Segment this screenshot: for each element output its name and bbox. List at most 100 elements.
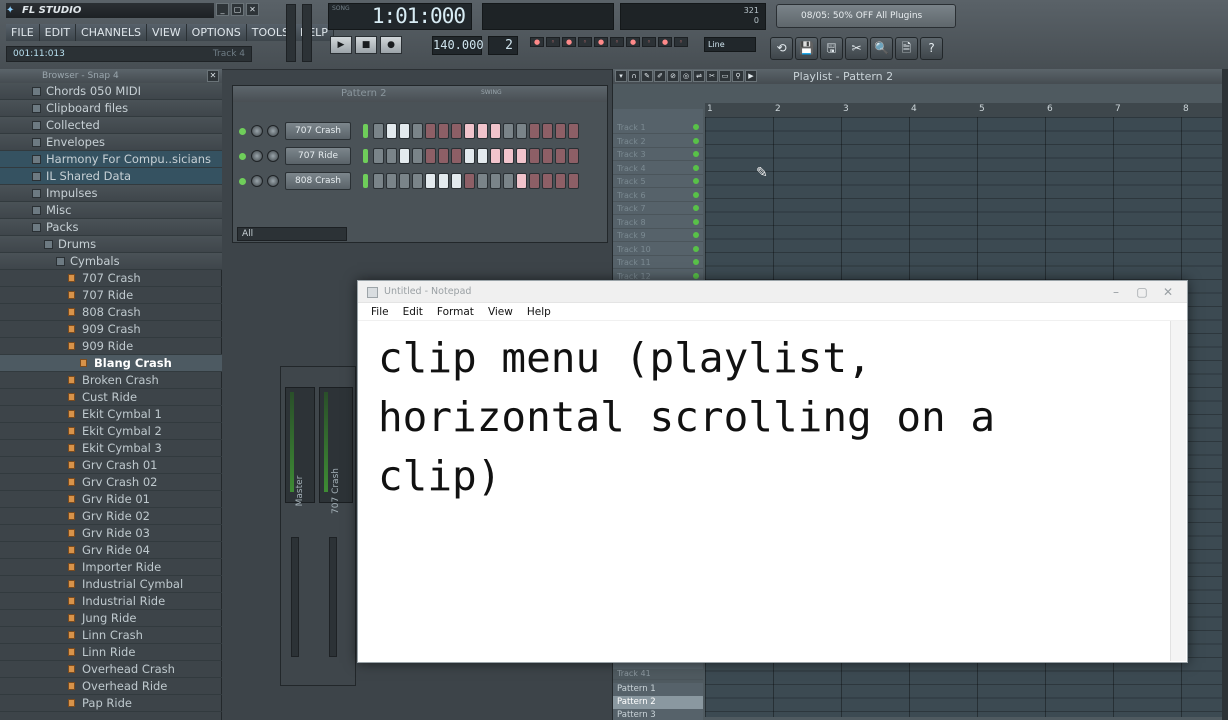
step-button[interactable] [399, 173, 410, 189]
step-button[interactable] [399, 123, 410, 139]
playlist-track-header[interactable]: Track 2 [613, 135, 703, 148]
step-button[interactable] [438, 148, 449, 164]
stop-button[interactable]: ■ [355, 36, 377, 54]
step-button[interactable] [464, 148, 475, 164]
step-button[interactable] [399, 148, 410, 164]
browser-file[interactable]: Overhead Ride [0, 678, 222, 695]
playlist-track-header[interactable]: Track 1 [613, 121, 703, 134]
pattern-item[interactable]: Pattern 3 [613, 709, 703, 720]
step-button[interactable] [516, 148, 527, 164]
browser-folder[interactable]: Packs [0, 219, 222, 236]
browser-folder[interactable]: Chords 050 MIDI [0, 83, 222, 100]
channel-mute-led[interactable] [239, 178, 246, 185]
step-button[interactable] [373, 148, 384, 164]
step-button[interactable] [555, 148, 566, 164]
option-icon[interactable]: ◦ [642, 37, 656, 47]
browser-file[interactable]: Broken Crash [0, 372, 222, 389]
playlist-track-header[interactable]: Track 9 [613, 229, 703, 242]
browser-folder[interactable]: Harmony For Compu..sicians -2010 CD [0, 151, 222, 182]
step-button[interactable] [542, 173, 553, 189]
step-button[interactable] [529, 173, 540, 189]
browser-file[interactable]: Grv Ride 01 [0, 491, 222, 508]
option-icon[interactable]: ● [658, 37, 672, 47]
step-button[interactable] [412, 173, 423, 189]
step-button[interactable] [438, 173, 449, 189]
menu-edit[interactable]: EDIT [39, 24, 77, 41]
slip-icon[interactable]: ⇌ [693, 70, 705, 82]
step-button[interactable] [451, 148, 462, 164]
channel-select-indicator[interactable] [363, 149, 368, 163]
track-mute-led[interactable] [693, 164, 699, 171]
browser-file[interactable]: Grv Crash 02 [0, 474, 222, 491]
mixer-master-track[interactable]: Master [285, 387, 315, 506]
brush-icon[interactable]: ✐ [654, 70, 666, 82]
zoom-icon[interactable]: ⚲ [732, 70, 744, 82]
browser-folder[interactable]: Impulses [0, 185, 222, 202]
insert-fader[interactable] [329, 537, 337, 657]
channel-name-button[interactable]: 808 Crash [285, 172, 351, 190]
browser-folder[interactable]: IL Shared Data [0, 168, 222, 185]
browser-file[interactable]: Ekit Cymbal 3 [0, 440, 222, 457]
track-mute-led[interactable] [693, 137, 699, 144]
playlist-title[interactable]: Playlist - Pattern 2 [793, 69, 893, 84]
step-button[interactable] [529, 123, 540, 139]
channel-name-button[interactable]: 707 Crash [285, 122, 351, 140]
step-button[interactable] [373, 123, 384, 139]
option-icon[interactable]: ◦ [578, 37, 592, 47]
scrollbar[interactable] [1222, 69, 1228, 720]
step-button[interactable] [451, 123, 462, 139]
volume-knob[interactable] [267, 150, 279, 162]
step-button[interactable] [477, 123, 488, 139]
track-mute-led[interactable] [693, 232, 699, 238]
step-button[interactable] [451, 173, 462, 189]
minimize-icon[interactable]: _ [216, 3, 229, 16]
master-fader[interactable] [291, 537, 299, 657]
playlist-track-41[interactable]: Track 41 [613, 667, 703, 680]
pencil-icon[interactable]: ✎ [641, 70, 653, 82]
step-button[interactable] [516, 123, 527, 139]
channel-rack-title[interactable]: Pattern 2 [233, 86, 607, 102]
pattern-item-selected[interactable]: Pattern 2 [613, 696, 703, 709]
master-pitch-slider[interactable] [302, 4, 312, 62]
option-icon[interactable]: ◦ [674, 37, 688, 47]
step-button[interactable] [568, 173, 579, 189]
pan-knob[interactable] [251, 150, 263, 162]
play-icon[interactable]: ▶ [745, 70, 757, 82]
step-button[interactable] [464, 173, 475, 189]
close-icon[interactable]: ✕ [207, 70, 219, 82]
browser-file[interactable]: 707 Ride [0, 287, 222, 304]
news-panel[interactable]: 08/05: 50% OFF All Plugins [776, 4, 956, 28]
menu-edit[interactable]: Edit [396, 303, 430, 320]
notepad-text-area[interactable]: clip menu (playlist, horizontal scrollin… [378, 329, 1168, 649]
playlist-track-header[interactable]: Track 3 [613, 148, 703, 161]
maximize-icon[interactable]: ▢ [231, 3, 244, 16]
browser-file[interactable]: Industrial Cymbal [0, 576, 222, 593]
channel-select-indicator[interactable] [363, 124, 368, 138]
browser-file[interactable]: Ekit Cymbal 2 [0, 423, 222, 440]
minimize-icon[interactable]: – [1103, 281, 1129, 303]
pan-knob[interactable] [251, 175, 263, 187]
playlist-track-header[interactable]: Track 8 [613, 216, 703, 229]
cut-icon[interactable]: ✂ [845, 37, 868, 60]
browser-file[interactable]: Industrial Ride [0, 593, 222, 610]
step-button[interactable] [464, 123, 475, 139]
maximize-icon[interactable]: ▢ [1129, 281, 1155, 303]
track-mute-led[interactable] [693, 124, 699, 130]
browser-file[interactable]: Ekit Cymbal 1 [0, 406, 222, 423]
step-button[interactable] [477, 173, 488, 189]
playlist-track-header[interactable]: Track 4 [613, 162, 703, 175]
browser-file[interactable]: Jung Ride [0, 610, 222, 627]
step-button[interactable] [555, 123, 566, 139]
browser-file[interactable]: Linn Crash [0, 627, 222, 644]
step-button[interactable] [425, 148, 436, 164]
menu-file[interactable]: File [364, 303, 396, 320]
step-button[interactable] [542, 123, 553, 139]
browser-file[interactable]: Cust Ride [0, 389, 222, 406]
step-button[interactable] [568, 123, 579, 139]
menu-file[interactable]: FILE [6, 24, 40, 41]
option-icon[interactable]: ● [626, 37, 640, 47]
browser-file[interactable]: Pap Ride [0, 695, 222, 712]
channel-name-button[interactable]: 707 Ride [285, 147, 351, 165]
step-button[interactable] [542, 148, 553, 164]
mixer-insert-track[interactable]: 707 Crash [319, 387, 353, 514]
